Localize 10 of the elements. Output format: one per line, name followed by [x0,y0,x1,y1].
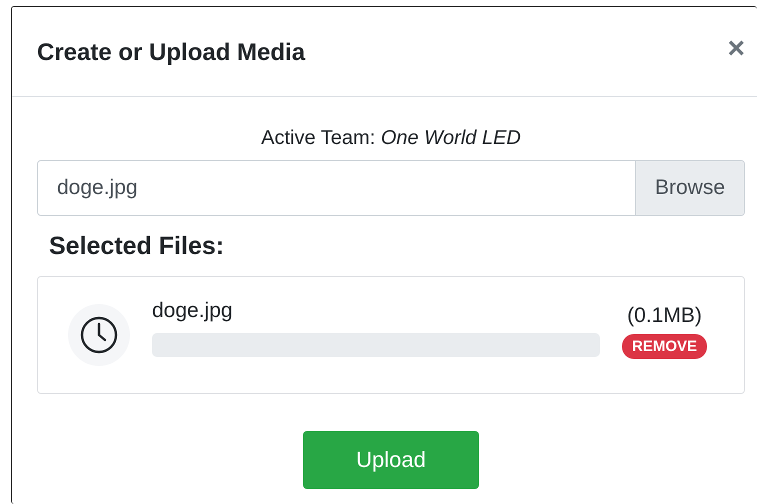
close-button[interactable]: × [727,34,745,64]
active-team-text: Active Team: One World LED [260,126,522,150]
browse-button[interactable]: Browse [634,161,744,215]
file-name: doge.jpg [152,299,234,323]
selected-files-heading: Selected Files: [49,232,226,261]
file-size: (0.1MB) [627,304,702,328]
modal-title: Create or Upload Media [37,38,306,66]
file-input[interactable]: doge.jpg Browse [37,160,745,216]
remove-button[interactable]: REMOVE [622,334,707,358]
upload-button[interactable]: Upload [303,431,479,489]
